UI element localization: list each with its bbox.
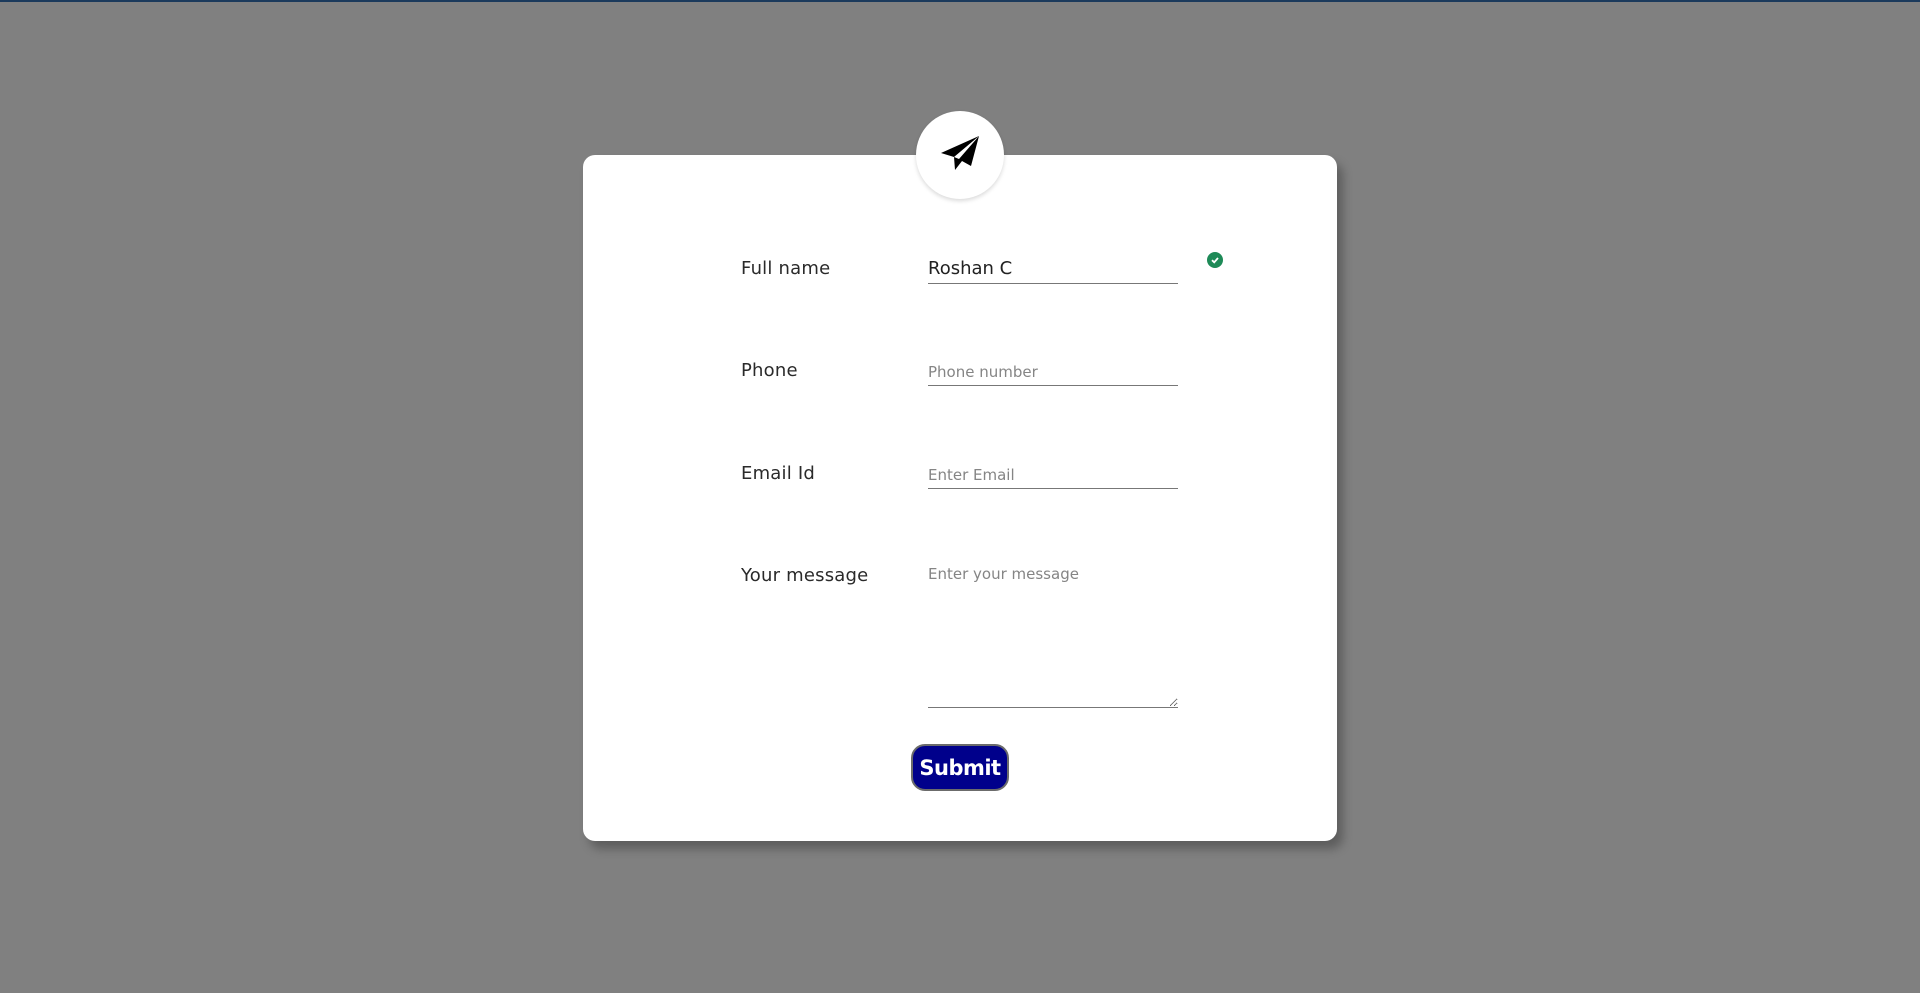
logo-badge	[916, 111, 1004, 199]
submit-button[interactable]: Submit	[911, 744, 1009, 791]
email-input[interactable]	[928, 466, 1178, 489]
top-border	[0, 0, 1920, 2]
message-label: Your message	[741, 565, 869, 586]
paper-plane-icon	[939, 134, 981, 176]
full-name-input[interactable]	[928, 258, 1178, 284]
phone-label: Phone	[741, 360, 798, 381]
full-name-label: Full name	[741, 258, 831, 279]
check-circle-icon	[1207, 252, 1223, 268]
message-textarea[interactable]	[928, 565, 1178, 708]
email-label: Email Id	[741, 463, 815, 484]
phone-input[interactable]	[928, 363, 1178, 386]
